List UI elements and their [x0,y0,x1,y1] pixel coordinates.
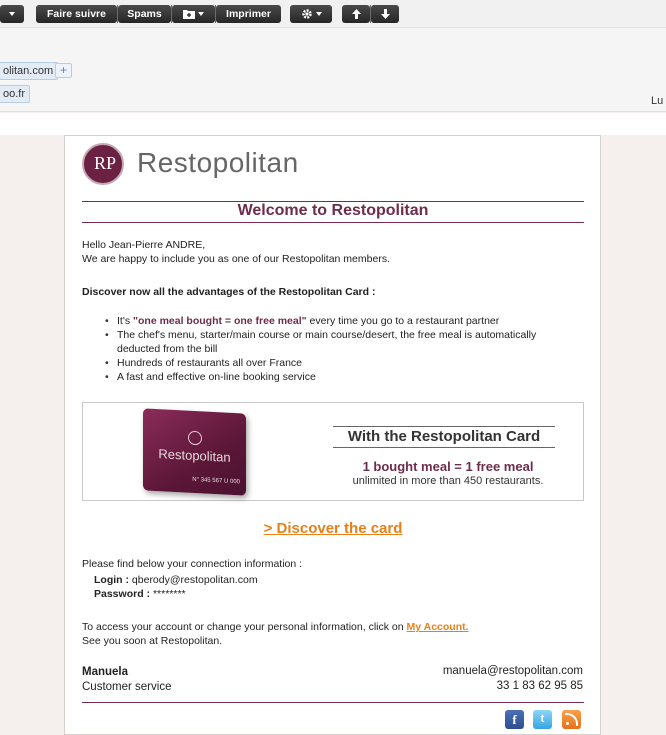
title-rule-bottom [82,222,584,223]
account-instructions: To access your account or change your pe… [82,621,469,633]
folder-icon [183,10,195,20]
logo-monogram: RP [82,143,124,185]
rss-icon[interactable] [562,710,581,729]
next-message-button[interactable] [371,5,399,23]
advantages-list: It's "one meal bought = one free meal" e… [105,314,575,384]
chevron-down-icon [315,12,322,17]
print-button[interactable]: Imprimer [216,5,281,23]
twitter-icon[interactable]: t [533,710,552,729]
closing-line: See you soon at Restopolitan. [82,635,223,647]
card-brand: Restopolitan [158,446,231,465]
arrow-down-icon [380,9,390,20]
logo-wordmark: Restopolitan [137,147,299,178]
forward-button[interactable]: Faire suivre [36,5,117,23]
promo-detail: unlimited in more than 450 restaurants. [352,475,544,487]
header-spacer [0,113,666,135]
promo-offer: 1 bought meal = 1 free meal [362,459,534,474]
spam-button[interactable]: Spams [118,5,171,23]
password-label: Password : [94,588,151,600]
signature-name: Manuela [82,666,129,678]
previous-message-button[interactable] [342,5,370,23]
footer-rule [82,702,584,703]
dropdown-button[interactable] [0,5,24,23]
signature-phone: 33 1 83 62 95 85 [496,680,583,692]
login-value: qberody@restopolitan.com [131,574,258,586]
password-row: Password : ******** [94,587,186,601]
message-header: olitan.com + oo.fr Lu [0,28,666,112]
greeting: Hello Jean-Pierre ANDRE, [82,239,206,251]
email-body: RP Restopolitan Welcome to Restopolitan … [64,135,601,735]
chevron-down-icon [198,12,204,17]
discover-card-link[interactable]: > Discover the card [82,520,584,537]
restopolitan-logo: RP Restopolitan [82,143,327,187]
mail-toolbar: Faire suivre Spams Imprimer [0,0,666,28]
facebook-icon[interactable]: f [505,710,524,729]
gear-icon [301,9,312,19]
arrow-up-icon [351,9,361,20]
my-account-link[interactable]: My Account. [407,621,469,633]
signature-role: Customer service [82,681,172,693]
welcome-title: Welcome to Restopolitan [237,202,429,219]
list-item: It's "one meal bought = one free meal" e… [105,314,575,328]
message-date: Lu [651,95,664,107]
card-number: N° 345 567 U 000 [192,476,240,486]
login-label: Login : [94,574,129,586]
login-row: Login : qberody@restopolitan.com [94,573,258,587]
add-recipient-button[interactable]: + [55,63,72,78]
restopolitan-card-image: Restopolitan N° 345 567 U 000 [143,408,246,496]
card-logo [188,430,202,446]
advantages-heading: Discover now all the advantages of the R… [82,286,376,298]
offer-highlight: "one meal bought = one free meal" [133,315,307,327]
intro-text: We are happy to include you as one of ou… [82,253,390,265]
recipient-chip[interactable]: olitan.com [0,62,59,80]
list-item: A fast and effective on-line booking ser… [105,370,575,384]
sender-chip[interactable]: oo.fr [0,85,31,103]
promo-title: With the Restopolitan Card [333,426,555,448]
chevron-down-icon [9,12,15,17]
card-promo-banner[interactable]: Restopolitan N° 345 567 U 000 With the R… [82,402,584,501]
list-item: The chef's menu, starter/main course or … [105,328,575,356]
connection-intro: Please find below your connection inform… [82,558,303,570]
move-to-folder-button[interactable] [172,5,215,23]
password-value: ******** [152,588,186,600]
signature-email[interactable]: manuela@restopolitan.com [443,665,583,677]
list-item: Hundreds of restaurants all over France [105,356,575,370]
settings-button[interactable] [290,5,332,23]
